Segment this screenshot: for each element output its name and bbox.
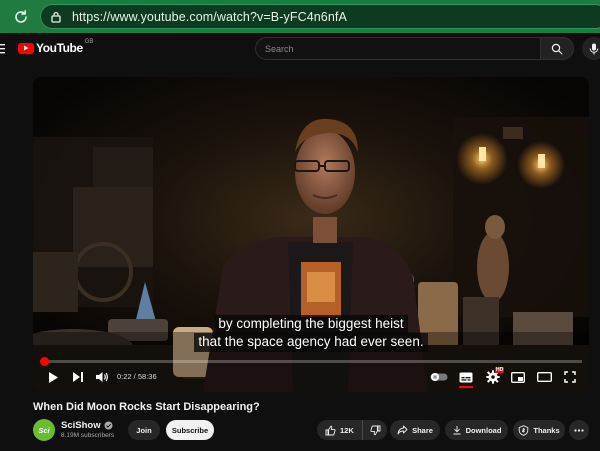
play-icon: [49, 371, 58, 383]
like-button[interactable]: 12K: [317, 420, 363, 440]
region-code: GB: [84, 39, 94, 45]
voice-search-button[interactable]: [582, 37, 600, 60]
like-count: 12K: [340, 425, 354, 435]
thumbs-down-icon: [369, 425, 380, 435]
browser-toolbar: https://www.youtube.com/watch?v=B-yFC4n6…: [0, 0, 600, 33]
subtitles-active-indicator: [459, 386, 473, 388]
youtube-logo[interactable]: YouTube GB: [18, 39, 94, 55]
caption-line-1: by completing the biggest heist: [214, 315, 408, 334]
more-actions-button[interactable]: [569, 420, 589, 440]
subscriber-count: 8.19M subscribers: [61, 432, 115, 439]
channel-name: SciShow: [61, 420, 101, 431]
share-button[interactable]: Share: [390, 420, 440, 440]
hd-badge: HD: [495, 367, 505, 373]
lock-icon[interactable]: [49, 10, 63, 24]
player-controls: 0:22 / 58:36 HD: [33, 366, 589, 388]
address-bar[interactable]: https://www.youtube.com/watch?v=B-yFC4n6…: [40, 4, 600, 29]
join-button[interactable]: Join: [128, 420, 160, 440]
fullscreen-icon: [564, 371, 576, 383]
avatar-text: Sci: [38, 425, 50, 435]
theater-mode-button[interactable]: [535, 368, 553, 386]
like-dislike-group: 12K: [317, 420, 387, 440]
share-label: Share: [412, 425, 433, 435]
dislike-button[interactable]: [363, 420, 387, 440]
video-title: When Did Moon Rocks Start Disappearing?: [33, 401, 260, 413]
super-thanks-icon: [518, 424, 529, 436]
subtitles-button[interactable]: [457, 368, 475, 388]
autoplay-toggle[interactable]: [429, 368, 449, 386]
skip-next-icon: [73, 372, 83, 382]
fullscreen-button[interactable]: [561, 368, 579, 386]
captions: by completing the biggest heist that the…: [33, 315, 589, 352]
download-icon: [452, 425, 462, 435]
settings-button[interactable]: HD: [483, 367, 505, 386]
search-icon: [551, 43, 563, 55]
progress-bar[interactable]: [40, 357, 582, 366]
channel-name-link[interactable]: SciShow: [61, 420, 113, 431]
download-label: Download: [465, 425, 502, 435]
url-text[interactable]: https://www.youtube.com/watch?v=B-yFC4n6…: [72, 10, 347, 24]
reload-icon[interactable]: [11, 7, 31, 27]
microphone-icon: [589, 43, 599, 54]
play-button[interactable]: [45, 368, 61, 386]
channel-row: Sci SciShow 8.19M subscribers Join Subsc…: [33, 419, 600, 443]
thanks-button[interactable]: Thanks: [513, 420, 565, 440]
youtube-header: YouTube GB Search: [0, 33, 600, 63]
menu-icon[interactable]: [0, 42, 6, 54]
thumbs-up-icon: [325, 425, 336, 436]
video-player[interactable]: by completing the biggest heist that the…: [33, 77, 589, 392]
volume-icon: [96, 372, 108, 382]
next-button[interactable]: [70, 368, 86, 386]
search-button[interactable]: [540, 37, 574, 60]
search-input[interactable]: Search: [255, 37, 541, 60]
channel-avatar[interactable]: Sci: [33, 419, 55, 441]
download-button[interactable]: Download: [445, 420, 508, 440]
autoplay-toggle-icon: [430, 373, 448, 381]
miniplayer-button[interactable]: [509, 368, 527, 386]
subscribe-button[interactable]: Subscribe: [166, 420, 214, 440]
youtube-play-icon: [18, 42, 34, 54]
theater-mode-icon: [536, 372, 552, 382]
youtube-wordmark: YouTube: [36, 41, 83, 55]
miniplayer-icon: [511, 371, 525, 383]
mute-button[interactable]: [93, 368, 111, 386]
share-icon: [397, 425, 408, 435]
time-display: 0:22 / 58:36: [117, 372, 157, 381]
caption-line-2: that the space agency had ever seen.: [194, 333, 428, 352]
search-placeholder: Search: [265, 43, 294, 54]
verified-icon: [104, 421, 113, 430]
thanks-label: Thanks: [533, 425, 560, 435]
more-horizontal-icon: [574, 428, 584, 432]
subtitles-icon: [459, 372, 473, 382]
